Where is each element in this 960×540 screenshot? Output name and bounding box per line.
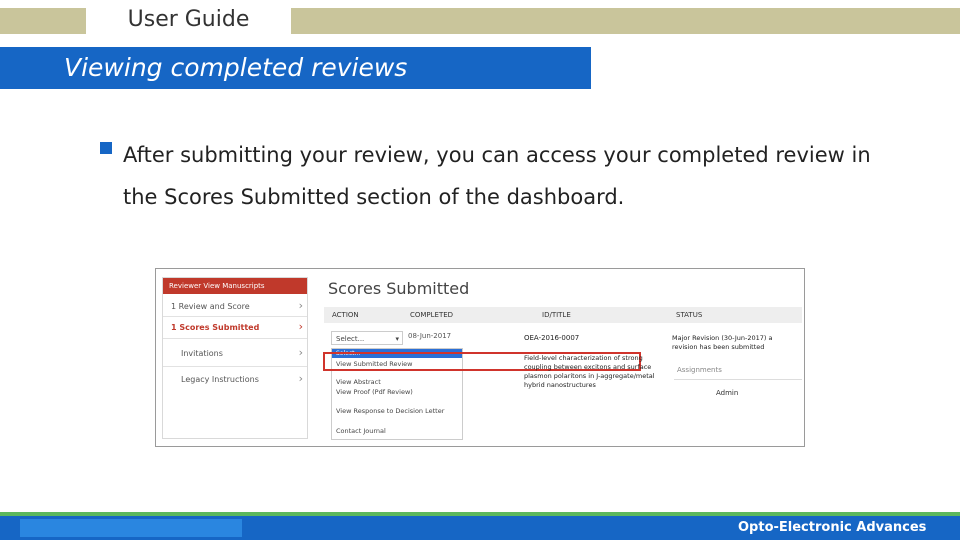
manuscript-id: OEA-2016-0007 bbox=[524, 334, 580, 342]
dropdown-option-view-abstract[interactable]: View Abstract bbox=[336, 378, 381, 386]
dashboard-screenshot: Reviewer View Manuscripts 1 Review and S… bbox=[155, 268, 805, 447]
dropdown-option-contact-journal[interactable]: Contact Journal bbox=[336, 427, 386, 435]
scores-submitted-title: Scores Submitted bbox=[328, 279, 470, 298]
action-select[interactable]: Select... ▾ bbox=[331, 331, 403, 345]
divider bbox=[163, 366, 307, 367]
sidebar-heading: Reviewer View Manuscripts bbox=[163, 278, 307, 294]
sidebar: Reviewer View Manuscripts 1 Review and S… bbox=[162, 277, 308, 439]
caret-down-icon: ▾ bbox=[395, 335, 399, 343]
header-right-bar bbox=[291, 8, 960, 34]
square-bullet-icon bbox=[100, 142, 112, 154]
assignments-label: Assignments bbox=[677, 366, 722, 374]
column-status: STATUS bbox=[676, 311, 703, 319]
manuscript-status: Major Revision (30-Jun-2017) a revision … bbox=[672, 334, 773, 351]
sidebar-item-scores-submitted[interactable]: 1 Scores Submitted bbox=[171, 323, 259, 332]
sidebar-item-legacy-instructions[interactable]: Legacy Instructions bbox=[181, 375, 259, 384]
divider bbox=[163, 338, 307, 339]
chevron-right-icon: › bbox=[298, 320, 303, 333]
chevron-right-icon: › bbox=[298, 299, 303, 312]
column-completed: COMPLETED bbox=[410, 311, 454, 319]
header-left-bar bbox=[0, 8, 86, 34]
chevron-right-icon: › bbox=[298, 346, 303, 359]
dropdown-option-view-response[interactable]: View Response to Decision Letter bbox=[336, 407, 444, 415]
action-select-value: Select... bbox=[336, 335, 365, 343]
dropdown-option-view-proof[interactable]: View Proof (Pdf Review) bbox=[336, 388, 413, 396]
bullet-text: After submitting your review, you can ac… bbox=[123, 143, 871, 209]
footer-left-box bbox=[20, 519, 242, 537]
sidebar-item-invitations[interactable]: Invitations bbox=[181, 349, 223, 358]
divider bbox=[674, 379, 802, 380]
manuscript-title: Field-level characterization of strong c… bbox=[524, 354, 655, 389]
completed-date: 08-Jun-2017 bbox=[408, 332, 452, 340]
chevron-right-icon: › bbox=[298, 372, 303, 385]
section-title: Viewing completed reviews bbox=[64, 53, 408, 82]
footer-journal-name: Opto-Electronic Advances bbox=[738, 520, 927, 535]
table-header: ACTION COMPLETED ID/TITLE STATUS bbox=[324, 307, 802, 323]
header-title: User Guide bbox=[127, 7, 250, 32]
column-action: ACTION bbox=[332, 311, 359, 319]
bullet-point: After submitting your review, you can ac… bbox=[100, 134, 900, 218]
admin-label: Admin bbox=[716, 389, 739, 397]
divider bbox=[163, 316, 307, 317]
column-id-title: ID/TITLE bbox=[542, 311, 571, 319]
sidebar-item-review-and-score[interactable]: 1 Review and Score bbox=[171, 302, 250, 311]
